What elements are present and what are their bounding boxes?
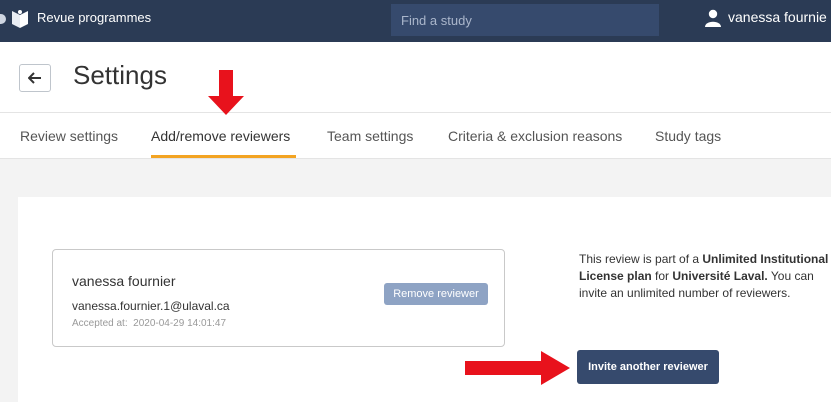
page-title: Settings bbox=[73, 60, 167, 90]
remove-reviewer-button[interactable]: Remove reviewer bbox=[384, 283, 488, 305]
accepted-timestamp: 2020-04-29 14:01:47 bbox=[133, 318, 227, 329]
annotation-arrow-down-icon bbox=[208, 70, 244, 115]
accepted-date: Accepted at: 2020-04-29 14:01:47 bbox=[72, 318, 226, 329]
accepted-label: Accepted at: bbox=[72, 318, 128, 329]
arrow-left-icon bbox=[28, 72, 41, 84]
tab-criteria-exclusion-reasons[interactable]: Criteria & exclusion reasons bbox=[448, 128, 622, 144]
license-prefix: This review is part of a bbox=[579, 252, 703, 266]
reviewer-email: vanessa.fournier.1@ulaval.ca bbox=[72, 299, 230, 313]
user-icon bbox=[705, 9, 721, 27]
license-institution: Université Laval. bbox=[672, 269, 768, 283]
search-input[interactable] bbox=[391, 4, 659, 36]
user-menu[interactable]: vanessa fournie bbox=[728, 9, 827, 25]
box-logo-icon[interactable] bbox=[11, 9, 29, 29]
tab-add-remove-reviewers[interactable]: Add/remove reviewers bbox=[151, 128, 290, 144]
invite-reviewer-button[interactable]: Invite another reviewer bbox=[577, 350, 719, 384]
app-name[interactable]: Revue programmes bbox=[37, 10, 151, 25]
sidebar-handle[interactable] bbox=[0, 14, 6, 24]
tab-review-settings[interactable]: Review settings bbox=[20, 128, 118, 144]
back-button[interactable] bbox=[19, 64, 51, 92]
reviewer-card: vanessa fournier vanessa.fournier.1@ulav… bbox=[52, 249, 505, 347]
license-info: This review is part of a Unlimited Insti… bbox=[579, 251, 829, 302]
tab-study-tags[interactable]: Study tags bbox=[655, 128, 721, 144]
annotation-arrow-right-icon bbox=[465, 351, 570, 385]
tab-team-settings[interactable]: Team settings bbox=[327, 128, 413, 144]
top-navigation-bar: Revue programmes vanessa fournie bbox=[0, 0, 831, 42]
license-middle: for bbox=[651, 269, 673, 283]
reviewer-name: vanessa fournier bbox=[72, 273, 176, 289]
divider bbox=[0, 112, 831, 113]
